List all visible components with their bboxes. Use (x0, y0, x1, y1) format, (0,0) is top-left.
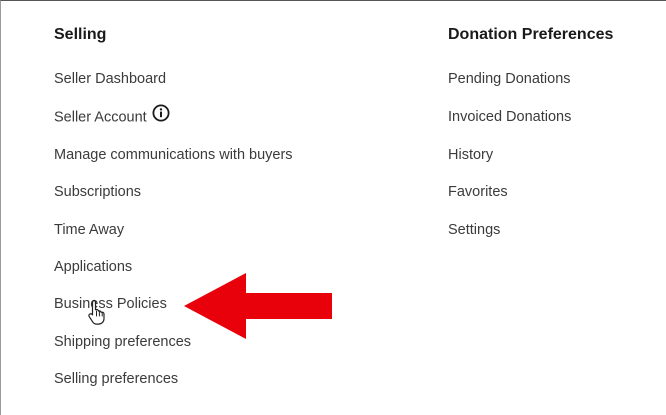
shipping-preferences-link[interactable]: Shipping preferences (54, 334, 191, 350)
menu-panel: Selling Seller Dashboard Seller Account … (0, 0, 666, 415)
selling-preferences-link[interactable]: Selling preferences (54, 371, 178, 387)
donation-item-pending[interactable]: Pending Donations (448, 69, 571, 89)
hand-pointer-icon (88, 299, 105, 325)
time-away-link[interactable]: Time Away (54, 222, 124, 238)
business-policies-link[interactable]: Business Policies (54, 296, 167, 312)
selling-item-subscriptions[interactable]: Subscriptions (54, 182, 141, 202)
subscriptions-link[interactable]: Subscriptions (54, 184, 141, 200)
selling-item-seller-account[interactable]: Seller Account (54, 104, 170, 128)
selling-item-time-away[interactable]: Time Away (54, 220, 124, 240)
donation-item-invoiced[interactable]: Invoiced Donations (448, 107, 571, 127)
history-link[interactable]: History (448, 147, 493, 163)
selling-item-seller-dashboard[interactable]: Seller Dashboard (54, 69, 166, 89)
selling-item-manage-communications[interactable]: Manage communications with buyers (54, 145, 293, 165)
selling-item-applications[interactable]: Applications (54, 257, 132, 277)
donation-item-settings[interactable]: Settings (448, 220, 500, 240)
selling-item-selling-preferences[interactable]: Selling preferences (54, 369, 178, 389)
donation-item-history[interactable]: History (448, 145, 493, 165)
manage-communications-link[interactable]: Manage communications with buyers (54, 147, 293, 163)
red-arrow-icon (184, 273, 332, 339)
info-icon[interactable] (152, 104, 170, 128)
donation-preferences-heading: Donation Preferences (448, 26, 614, 43)
selling-heading: Selling (54, 26, 107, 43)
donation-item-favorites[interactable]: Favorites (448, 182, 508, 202)
favorites-link[interactable]: Favorites (448, 184, 508, 200)
pending-donations-link[interactable]: Pending Donations (448, 71, 571, 87)
selling-item-shipping-preferences[interactable]: Shipping preferences (54, 332, 191, 352)
seller-dashboard-link[interactable]: Seller Dashboard (54, 71, 166, 87)
invoiced-donations-link[interactable]: Invoiced Donations (448, 109, 571, 125)
settings-link[interactable]: Settings (448, 222, 500, 238)
seller-account-link[interactable]: Seller Account (54, 109, 147, 125)
applications-link[interactable]: Applications (54, 259, 132, 275)
selling-item-business-policies[interactable]: Business Policies (54, 294, 167, 314)
